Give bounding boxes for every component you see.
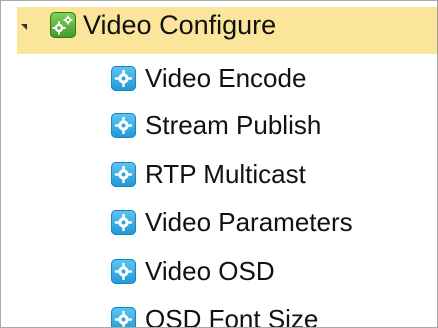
- tree-item-stream-publish[interactable]: Stream Publish: [111, 106, 431, 146]
- tree-item-osd-font-size[interactable]: OSD Font Size: [111, 300, 431, 328]
- tree-item-label: Video Parameters: [145, 207, 353, 237]
- tree-item-label: RTP Multicast: [145, 159, 306, 189]
- tree-item-label: Video Encode: [145, 63, 307, 93]
- tree-item-video-osd[interactable]: Video OSD: [111, 252, 431, 292]
- navigation-tree: Video Configure Video Encode Stream Publ…: [0, 0, 438, 328]
- gear-icon: [111, 259, 136, 284]
- gear-icon: [111, 66, 136, 91]
- tree-item-rtp-multicast[interactable]: RTP Multicast: [111, 155, 431, 195]
- gear-icon: [111, 307, 136, 327]
- collapse-arrow-icon[interactable]: [21, 24, 27, 30]
- gears-icon: [50, 12, 76, 38]
- tree-item-label: Stream Publish: [145, 110, 322, 140]
- tree-item-label: OSD Font Size: [145, 304, 319, 328]
- tree-item-video-parameters[interactable]: Video Parameters: [111, 203, 431, 243]
- tree-item-label: Video OSD: [145, 256, 275, 286]
- gear-icon: [111, 210, 136, 235]
- gear-icon: [111, 162, 136, 187]
- gear-icon: [111, 113, 136, 138]
- tree-node-label: Video Configure: [83, 10, 277, 40]
- tree-item-video-encode[interactable]: Video Encode: [111, 59, 431, 99]
